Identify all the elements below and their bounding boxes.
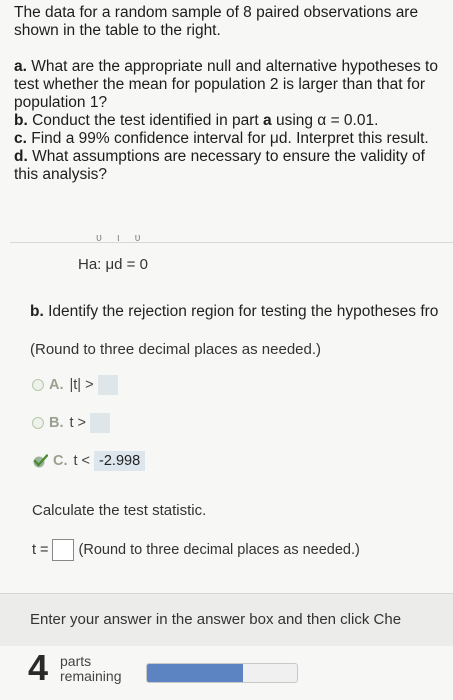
progress-fill — [147, 664, 243, 682]
problem-statement: The data for a random sample of 8 paired… — [14, 4, 450, 184]
question-c: c. Find a 99% confidence interval for μd… — [14, 130, 429, 147]
answer-field — [97, 375, 118, 395]
hypothesis-fragment: ʋ ι ʋ — [96, 232, 147, 244]
question-d: d. What assumptions are necessary to ens… — [14, 148, 425, 183]
alternative-hypothesis: Ha: μd = 0 — [78, 256, 148, 273]
test-statistic-prompt: Calculate the test statistic. — [32, 502, 207, 519]
radio-button[interactable] — [32, 417, 44, 429]
answer-value: -2.998 — [94, 451, 146, 471]
question-a: a. What are the appropriate null and alt… — [14, 58, 438, 111]
radio-button[interactable] — [32, 379, 44, 391]
problem-intro: The data for a random sample of 8 paired… — [14, 4, 419, 39]
test-statistic-input[interactable] — [51, 539, 74, 561]
test-statistic-row: t = (Round to three decimal places as ne… — [32, 539, 360, 561]
answer-field — [90, 413, 111, 433]
part-b-instruction: b. Identify the rejection region for tes… — [30, 303, 439, 320]
progress-bar — [146, 663, 298, 683]
parts-remaining-label: parts remaining — [60, 653, 122, 684]
option-b[interactable]: B. t > — [32, 413, 111, 433]
option-c[interactable]: C. t < -2.998 — [32, 451, 146, 471]
option-a[interactable]: A. |t| > — [32, 375, 118, 395]
round-note: (Round to three decimal places as needed… — [30, 341, 322, 358]
instruction-footer: Enter your answer in the answer box and … — [0, 593, 453, 646]
selected-radio-check-icon[interactable] — [32, 454, 49, 468]
question-b: b. Conduct the test identified in part a… — [14, 112, 379, 129]
section-divider — [10, 242, 453, 243]
parts-remaining-count: 4 — [28, 647, 49, 688]
